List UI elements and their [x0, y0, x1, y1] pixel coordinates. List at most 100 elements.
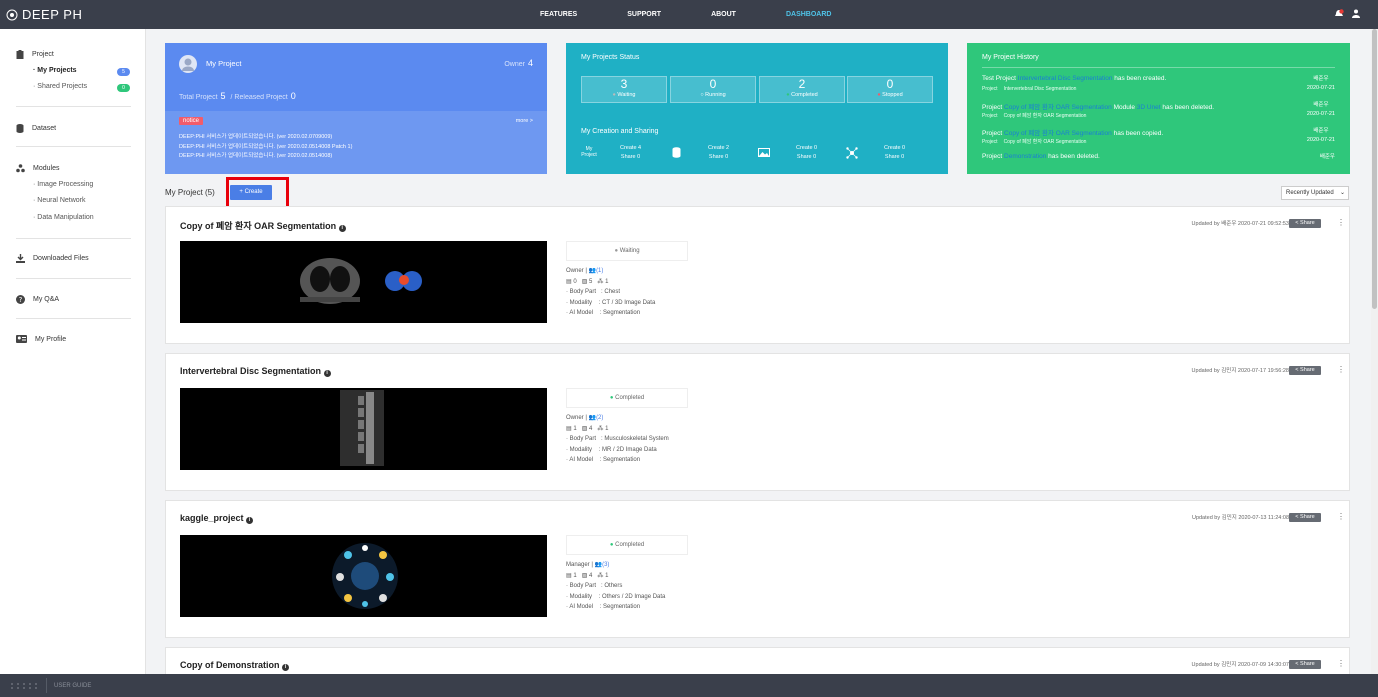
- modality-row: · Modality : MR / 2D Image Data: [566, 446, 657, 453]
- members-icon[interactable]: 👥: [595, 562, 602, 568]
- scrollbar-thumb[interactable]: [1372, 29, 1377, 309]
- scrollbar[interactable]: [1371, 29, 1378, 674]
- project-card[interactable]: Copy of 폐암 환자 OAR Segmentation i Updated…: [165, 206, 1350, 344]
- user-guide-link[interactable]: USER GUIDE: [54, 683, 91, 689]
- project-thumbnail[interactable]: [180, 535, 547, 617]
- stat-stopped[interactable]: 0 ● Stopped: [847, 76, 933, 103]
- history-text: has been deleted.: [1162, 104, 1215, 111]
- notice-item[interactable]: DEEP:PHI 서비스가 업데이트되었습니다. (ver 2020.02.07…: [179, 133, 352, 143]
- share-count: Share 0: [796, 154, 817, 160]
- more-options-icon[interactable]: ⋮: [1337, 512, 1345, 521]
- notice-item[interactable]: DEEP:PHI 서비스가 업데이트되었습니다. (ver 2020.02.05…: [179, 143, 352, 153]
- logo[interactable]: DEEP PH: [6, 7, 82, 22]
- sidebar: Project · My Projects 5 · Shared Project…: [0, 29, 146, 674]
- history-item[interactable]: Project Copy of 폐암 환자 OAR Segmentation M…: [982, 101, 1214, 111]
- label: Body Part: [569, 289, 597, 295]
- history-link[interactable]: Demonstration: [1004, 153, 1046, 160]
- more-options-icon[interactable]: ⋮: [1337, 365, 1345, 374]
- project-thumbnail[interactable]: [180, 241, 547, 323]
- sidebar-item-dataset[interactable]: Dataset: [16, 124, 56, 133]
- create-count: Create 0: [796, 145, 818, 151]
- share-button[interactable]: < Share: [1289, 513, 1321, 522]
- history-text: Project: [982, 104, 1003, 111]
- project-thumbnail[interactable]: [180, 388, 547, 470]
- project-info: Manager | 👥(3) ▤ 1 ▨ 4 ⁂ 1 · Body Part :…: [566, 560, 665, 613]
- sidebar-item-modules[interactable]: Modules: [16, 164, 59, 173]
- project-title[interactable]: Copy of Demonstration: [180, 660, 280, 670]
- info-icon[interactable]: i: [282, 664, 290, 671]
- id-card-icon: [16, 335, 27, 343]
- chevron-down-icon: ⌄: [1339, 190, 1345, 196]
- sort-select[interactable]: Recently Updated ⌄: [1281, 186, 1349, 200]
- sidebar-item-neural-network[interactable]: · Neural Network: [33, 197, 86, 204]
- share-button[interactable]: < Share: [1289, 366, 1321, 375]
- sidebar-item-my-projects[interactable]: · My Projects: [33, 67, 77, 74]
- module-icon: ⁂: [597, 278, 604, 285]
- sidebar-item-data-manipulation[interactable]: · Data Manipulation: [33, 214, 94, 221]
- notification-bell-icon[interactable]: [1334, 9, 1344, 18]
- stat-waiting[interactable]: 3 ● Waiting: [581, 76, 667, 103]
- members-count[interactable]: (2): [596, 415, 603, 421]
- project-title[interactable]: kaggle_project: [180, 513, 244, 523]
- history-link[interactable]: Copy of 폐암 환자 OAR Segmentation: [1004, 104, 1112, 111]
- share-count: Share 0: [884, 154, 905, 160]
- more-link[interactable]: more >: [516, 118, 533, 124]
- sidebar-item-shared-projects[interactable]: · Shared Projects: [33, 83, 87, 90]
- history-sub: Project Intervertebral Disc Segmentation: [982, 86, 1076, 92]
- history-text: Test Project: [982, 75, 1016, 82]
- dataset-icon: ▤: [566, 572, 572, 579]
- members-icon[interactable]: 👥: [589, 268, 596, 274]
- ai-model-row: · AI Model : Segmentation: [566, 457, 641, 463]
- nav-about[interactable]: ABOUT: [711, 11, 736, 18]
- nav-support[interactable]: SUPPORT: [627, 11, 661, 18]
- notice-item[interactable]: DEEP:PHI 서비스가 업데이트되었습니다. (ver 2020.02.05…: [179, 152, 352, 162]
- colon: :: [601, 583, 603, 589]
- nav-dashboard[interactable]: DASHBOARD: [786, 11, 832, 18]
- more-options-icon[interactable]: ⋮: [1337, 659, 1345, 668]
- label: Body Part: [569, 436, 597, 442]
- sidebar-item-my-profile[interactable]: My Profile: [16, 335, 66, 343]
- project-card[interactable]: Copy of Demonstration i Updated by 김민지 2…: [165, 647, 1350, 674]
- create-project-button[interactable]: + Create: [230, 185, 272, 200]
- info-icon[interactable]: i: [246, 517, 254, 524]
- sidebar-item-image-processing[interactable]: · Image Processing: [33, 181, 93, 188]
- role-text: Owner: [566, 268, 584, 274]
- nav-features[interactable]: FEATURES: [540, 11, 577, 18]
- share-button[interactable]: < Share: [1289, 219, 1321, 228]
- stat-running[interactable]: 0 ○ Running: [670, 76, 756, 103]
- project-title[interactable]: Copy of 폐암 환자 OAR Segmentation: [180, 221, 336, 231]
- sidebar-item-downloaded-files[interactable]: Downloaded Files: [16, 254, 89, 263]
- modality-value: MR / 2D Image Data: [602, 446, 657, 453]
- project-card[interactable]: Intervertebral Disc Segmentation i Updat…: [165, 353, 1350, 491]
- divider: [46, 678, 47, 693]
- more-options-icon[interactable]: ⋮: [1337, 218, 1345, 227]
- create-count: Create 0: [884, 145, 906, 151]
- history-link[interactable]: Intervertebral Disc Segmentation: [1018, 75, 1113, 82]
- stat-completed[interactable]: 2 ● Completed: [759, 76, 845, 103]
- stat-count: 0: [709, 77, 717, 91]
- history-link[interactable]: 3D Unet: [1137, 104, 1161, 111]
- members-count[interactable]: (3): [602, 562, 609, 568]
- user-icon[interactable]: [1352, 9, 1360, 18]
- project-card[interactable]: kaggle_project i Updated by 김민지 2020-07-…: [165, 500, 1350, 638]
- history-link[interactable]: Copy of 폐암 환자 OAR Segmentation: [1004, 130, 1112, 137]
- modality-value: Others / 2D Image Data: [602, 593, 666, 600]
- project-info: Owner | 👥(1) ▤ 0 ▨ 5 ⁂ 1 · Body Part : C…: [566, 266, 655, 319]
- history-item[interactable]: Project Demonstration has been deleted.: [982, 153, 1100, 160]
- history-item[interactable]: Project Copy of 폐암 환자 OAR Segmentation h…: [982, 127, 1163, 137]
- members-icon[interactable]: 👥: [589, 415, 596, 421]
- colon: :: [601, 289, 603, 295]
- info-icon[interactable]: i: [338, 225, 346, 232]
- project-title[interactable]: Intervertebral Disc Segmentation: [180, 366, 321, 376]
- sidebar-item-my-qna[interactable]: ? My Q&A: [16, 295, 59, 304]
- info-icon[interactable]: i: [323, 370, 331, 377]
- history-item[interactable]: Test Project Intervertebral Disc Segment…: [982, 75, 1166, 82]
- history-meta: 배준우 2020-07-21: [1307, 127, 1335, 145]
- members-count[interactable]: (1): [596, 268, 603, 274]
- share-button[interactable]: < Share: [1289, 660, 1321, 669]
- total-label: Total Project: [179, 94, 218, 101]
- history-date: 2020-07-21: [1306, 137, 1335, 143]
- colon: :: [599, 457, 602, 463]
- sidebar-item-project[interactable]: Project: [16, 50, 54, 59]
- stat-label-waiting: ● Waiting: [582, 91, 666, 100]
